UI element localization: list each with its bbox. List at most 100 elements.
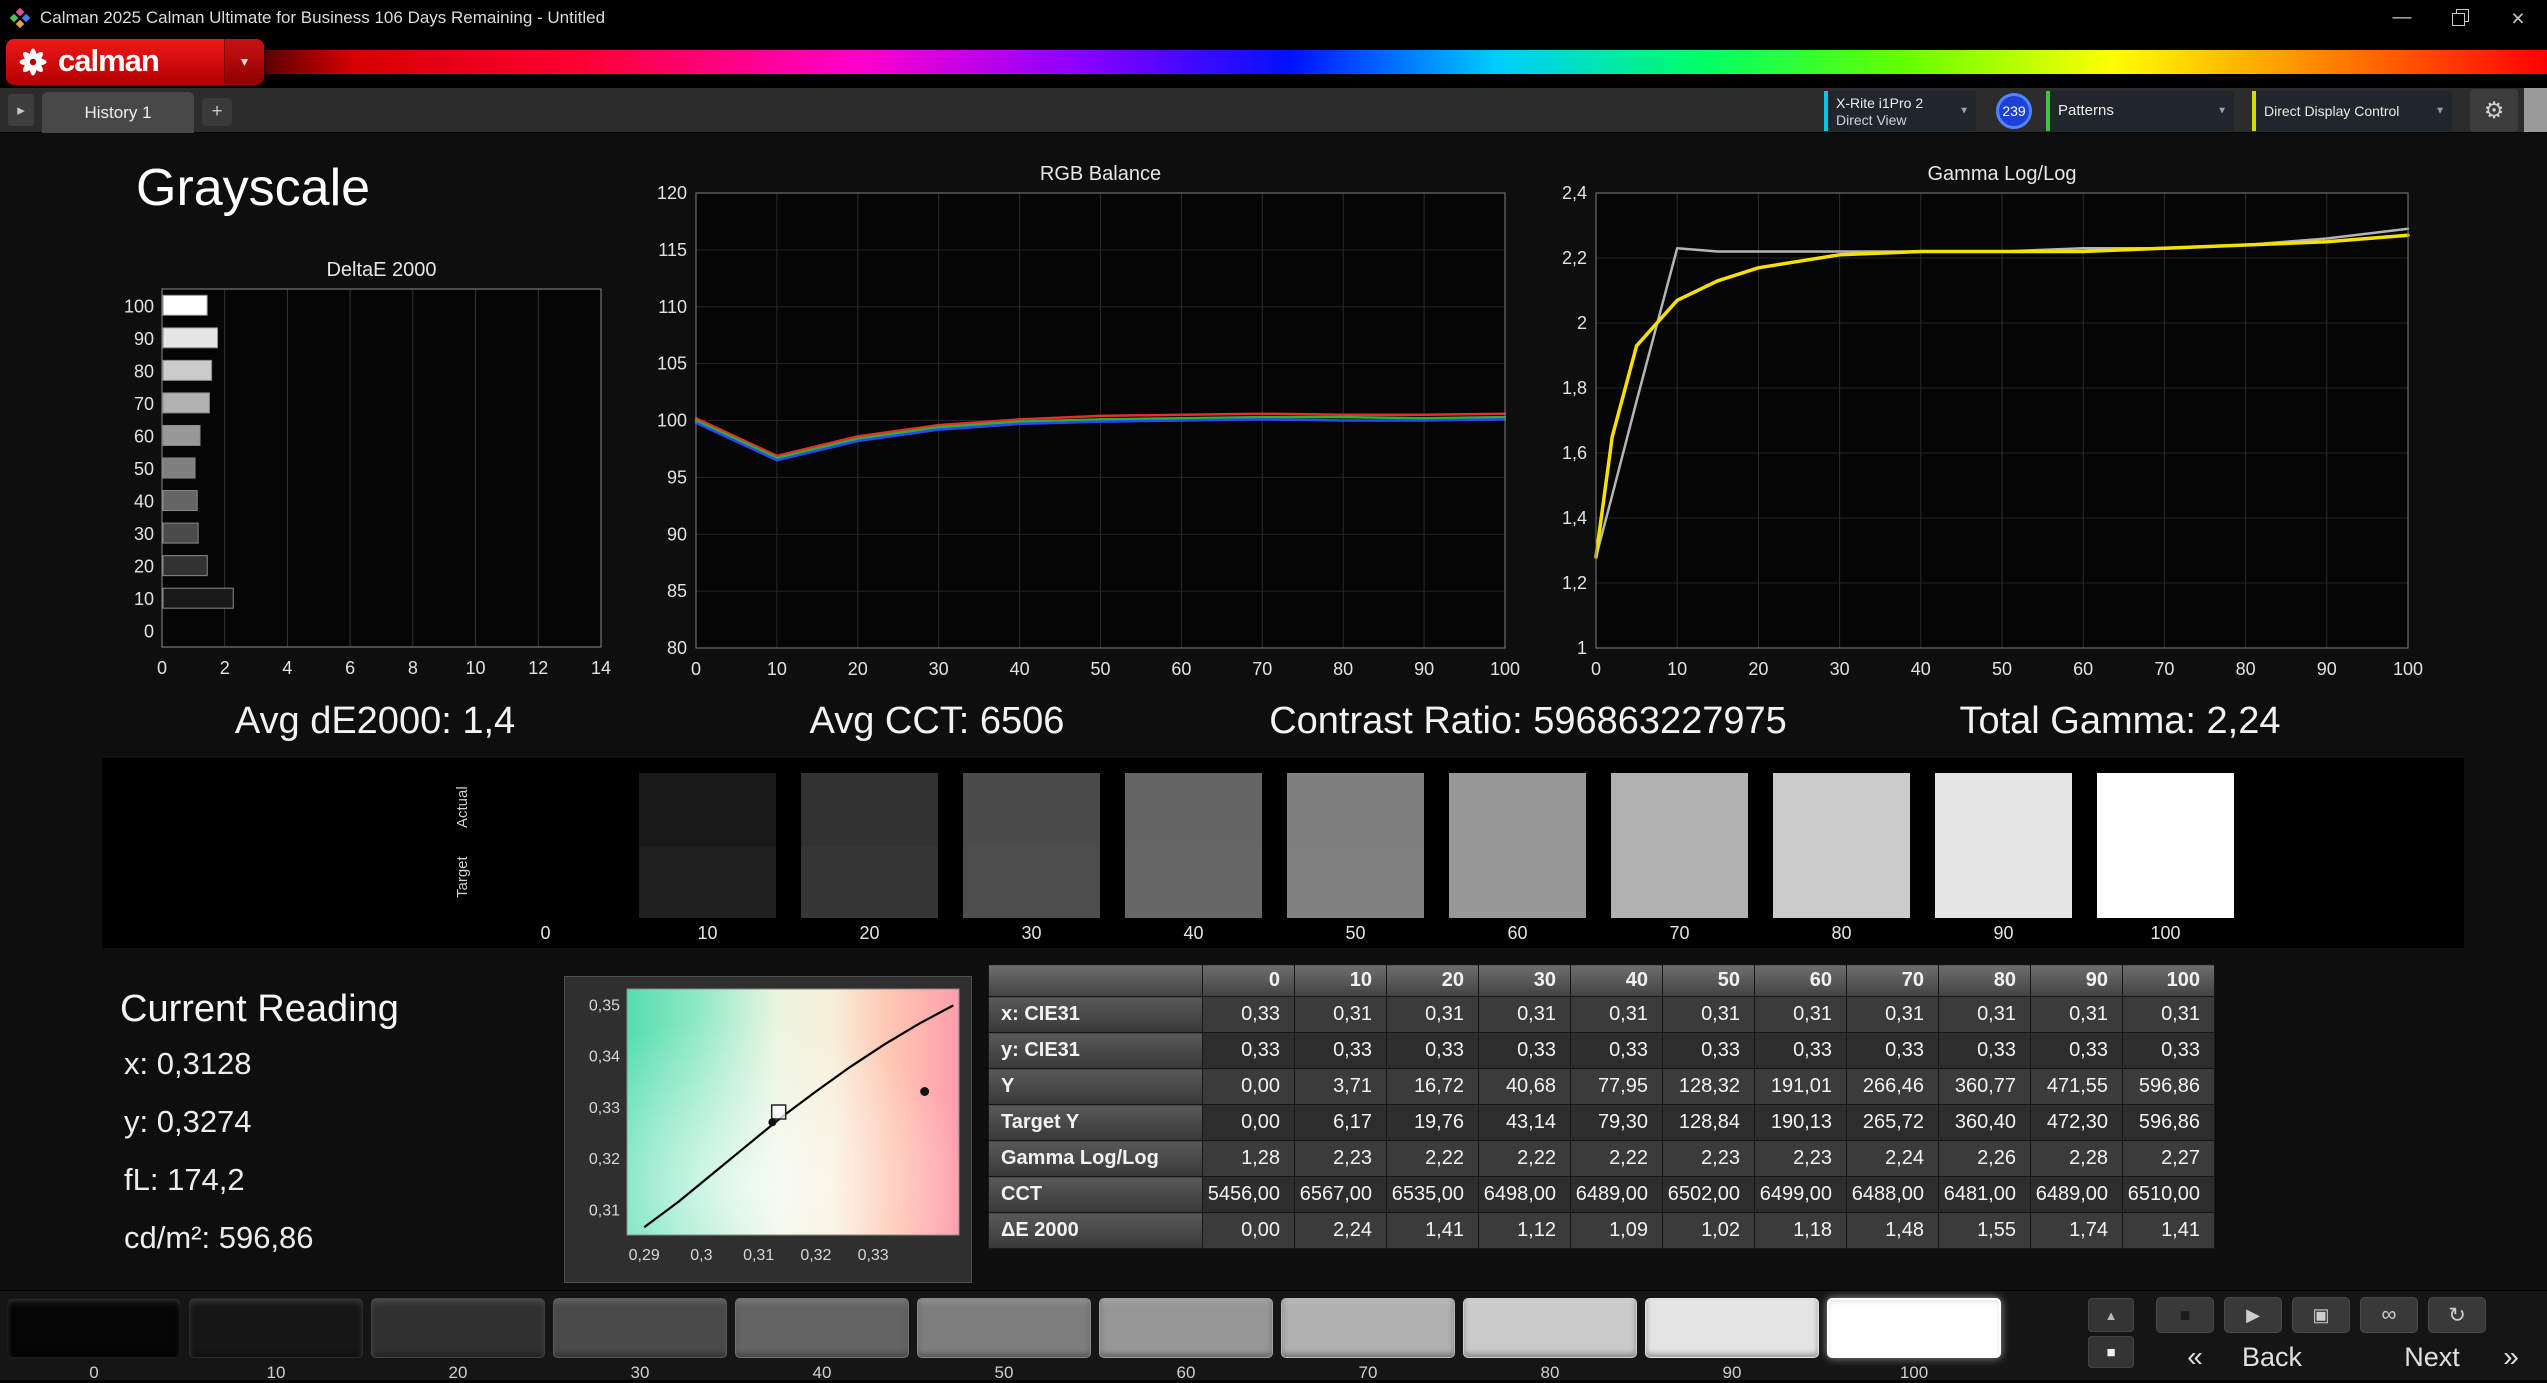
table-row: Gamma Log/Log 1,28 2,23 2,22 2,22 2,22 2,23 2,2…: [988, 1140, 2215, 1177]
table-row-label: Target Y: [988, 1104, 1203, 1141]
save-button[interactable]: ▣: [2292, 1297, 2350, 1333]
svg-text:6: 6: [345, 658, 355, 678]
settings-button[interactable]: ⚙: [2470, 89, 2518, 132]
chevron-down-icon: ▼: [2217, 105, 2227, 117]
table-cell: 6535,00: [1386, 1176, 1479, 1213]
pattern-level-button-50[interactable]: [917, 1298, 1091, 1358]
pattern-level-cell: 60: [1095, 1291, 1277, 1383]
table-row-label: y: CIE31: [988, 1032, 1203, 1069]
pattern-level-button-30[interactable]: [553, 1298, 727, 1358]
swatch-target: [1125, 846, 1262, 918]
loop-button[interactable]: ∞: [2360, 1297, 2418, 1333]
svg-text:50: 50: [134, 459, 154, 479]
loop-icon: ∞: [2381, 1303, 2397, 1326]
table-cell: 360,40: [1938, 1104, 2031, 1141]
table-cell: 190,13: [1754, 1104, 1847, 1141]
rainbow-strip: [262, 50, 2547, 74]
stop-button[interactable]: ■: [2156, 1297, 2214, 1333]
grayscale-swatch-60: 60: [1449, 773, 1586, 944]
tab-label: History 1: [84, 102, 152, 122]
calman-logo-button[interactable]: calman ▼: [6, 39, 264, 85]
table-cell: 2,28: [2030, 1140, 2123, 1177]
close-button[interactable]: ×: [2489, 0, 2547, 36]
calman-flower-icon: [19, 48, 47, 76]
swatch-box: [477, 773, 614, 918]
table-cell: 6499,00: [1754, 1176, 1847, 1213]
table-row: Y 0,00 3,71 16,72 40,68 77,95 128,32 191,01 266,…: [988, 1068, 2215, 1105]
measurement-table: 0 10 20 30 40 50 60 70 80 90 100 x: CIE31 0,33 0,31 0,…: [988, 964, 2215, 1249]
pattern-level-label: 100: [1899, 1363, 1929, 1382]
meter-dropdown[interactable]: X-Rite i1Pro 2 Direct View ▼: [1824, 91, 1976, 131]
restore-icon: [2452, 9, 2469, 26]
minimize-button[interactable]: —: [2373, 0, 2431, 36]
pattern-window-button[interactable]: ■: [2088, 1336, 2134, 1368]
pattern-level-button-80[interactable]: [1463, 1298, 1637, 1358]
display-control-dropdown[interactable]: Direct Display Control ▼: [2252, 91, 2452, 131]
next-chevron-icon[interactable]: »: [2496, 1339, 2526, 1375]
svg-text:95: 95: [667, 467, 687, 487]
meter-count-badge: 239: [1996, 93, 2032, 129]
grayscale-swatch-20: 20: [801, 773, 938, 944]
swatch-row-label-target: Target: [454, 856, 471, 898]
table-row: x: CIE31 0,33 0,31 0,31 0,31 0,31 0,31 0,31 0,31…: [988, 996, 2215, 1033]
table-row: CCT 5456,00 6567,00 6535,00 6498,00 6489,00 65…: [988, 1176, 2215, 1213]
pattern-level-button-40[interactable]: [735, 1298, 909, 1358]
svg-text:10: 10: [1667, 659, 1687, 679]
swatch-level-label: 50: [1345, 923, 1366, 943]
grayscale-swatch-strip: Actual Target 0 10 20 30 40 50 60 70 80 90 100: [102, 758, 2464, 948]
table-cell: 1,09: [1570, 1212, 1663, 1249]
table-row-label: Gamma Log/Log: [988, 1140, 1203, 1177]
tab-history-1[interactable]: History 1: [42, 92, 194, 133]
back-button[interactable]: Back: [2212, 1339, 2332, 1375]
back-chevron-icon[interactable]: «: [2180, 1339, 2210, 1375]
table-cell: 77,95: [1570, 1068, 1663, 1105]
pattern-level-button-0[interactable]: [7, 1298, 181, 1358]
table-cell: 0,33: [1386, 1032, 1479, 1069]
next-button[interactable]: Next: [2372, 1339, 2492, 1375]
table-cell: 266,46: [1846, 1068, 1939, 1105]
svg-text:1,2: 1,2: [1562, 573, 1587, 593]
swatch-level-label: 100: [2150, 923, 2181, 943]
add-tab-button[interactable]: +: [202, 98, 232, 126]
table-cell: 1,48: [1846, 1212, 1939, 1249]
history-panel-toggle-button[interactable]: ▸: [8, 94, 34, 126]
svg-text:100: 100: [1490, 659, 1520, 679]
pattern-level-label: 70: [1358, 1363, 1378, 1382]
svg-text:30: 30: [929, 659, 949, 679]
play-button[interactable]: ▶: [2224, 1297, 2282, 1333]
pattern-level-button-70[interactable]: [1281, 1298, 1455, 1358]
svg-text:50: 50: [1090, 659, 1110, 679]
svg-text:100: 100: [2393, 659, 2423, 679]
svg-text:10: 10: [466, 658, 486, 678]
swatch-box: [1935, 773, 2072, 918]
pattern-up-button[interactable]: ▲: [2088, 1298, 2134, 1332]
table-cell: 596,86: [2122, 1104, 2215, 1141]
svg-text:8: 8: [408, 658, 418, 678]
restore-button[interactable]: [2431, 0, 2489, 36]
logo-menu-button[interactable]: ▼: [224, 39, 264, 85]
svg-text:1: 1: [1577, 638, 1587, 658]
calman-app: Calman 2025 Calman Ultimate for Business…: [0, 0, 2547, 1383]
pattern-level-button-10[interactable]: [189, 1298, 363, 1358]
pattern-level-button-90[interactable]: [1645, 1298, 1819, 1358]
table-cell: 43,14: [1478, 1104, 1571, 1141]
svg-text:10: 10: [767, 659, 787, 679]
table-corner-cell: [988, 964, 1203, 997]
table-cell: 2,27: [2122, 1140, 2215, 1177]
table-cell: 2,23: [1754, 1140, 1847, 1177]
table-row: Target Y 0,00 6,17 19,76 43,14 79,30 128,84 190…: [988, 1104, 2215, 1141]
swatch-target: [1611, 846, 1748, 918]
table-cell: 0,33: [1938, 1032, 2031, 1069]
stat-total-gamma: Total Gamma: 2,24: [1959, 700, 2281, 742]
table-cell: 0,31: [1386, 996, 1479, 1033]
current-reading-heading: Current Reading: [120, 988, 399, 1030]
pattern-level-button-20[interactable]: [371, 1298, 545, 1358]
side-panel-handle[interactable]: [2524, 88, 2547, 132]
grayscale-swatch-30: 30: [963, 773, 1100, 944]
pattern-level-button-60[interactable]: [1099, 1298, 1273, 1358]
svg-text:RGB Balance: RGB Balance: [1040, 163, 1161, 185]
refresh-button[interactable]: ↻: [2428, 1297, 2486, 1333]
swatch-actual: [1449, 773, 1586, 846]
patterns-dropdown[interactable]: Patterns ▼: [2046, 91, 2234, 131]
pattern-level-button-100[interactable]: [1827, 1298, 2001, 1358]
